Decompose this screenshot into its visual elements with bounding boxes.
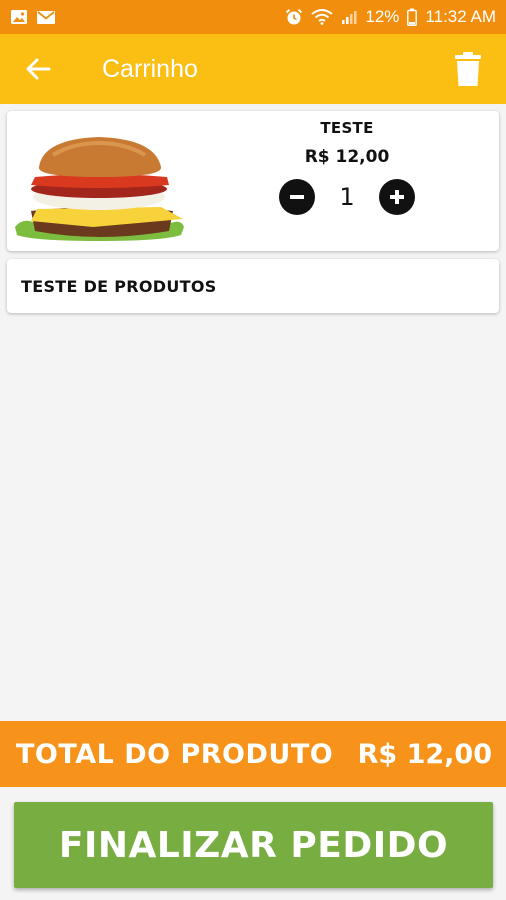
signal-icon <box>341 9 357 25</box>
plus-icon <box>389 190 404 204</box>
arrow-back-icon <box>26 58 51 80</box>
app-bar: Carrinho <box>0 34 506 104</box>
battery-percent: 12% <box>365 7 400 26</box>
product-description-card: TESTE DE PRODUTOS <box>7 259 499 313</box>
product-price: R$ 12,00 <box>304 147 390 167</box>
back-button[interactable] <box>20 51 56 87</box>
burger-image <box>13 131 185 249</box>
total-bar: TOTAL DO PRODUTO R$ 12,00 <box>0 721 506 787</box>
total-label: TOTAL DO PRODUTO <box>16 738 334 770</box>
battery-icon <box>407 8 418 26</box>
minus-icon <box>290 195 305 199</box>
increase-quantity-button[interactable] <box>378 179 415 215</box>
delete-cart-button[interactable] <box>450 49 486 89</box>
trash-icon <box>455 52 481 86</box>
mail-icon <box>36 10 56 25</box>
quantity-value: 1 <box>339 183 355 211</box>
status-bar: 12% 11:32 AM <box>0 0 506 34</box>
quantity-stepper: 1 <box>237 179 457 215</box>
clock: 11:32 AM <box>425 7 496 26</box>
page-title: Carrinho <box>102 54 198 83</box>
product-description: TESTE DE PRODUTOS <box>21 276 217 296</box>
status-bar-left <box>10 9 56 25</box>
wifi-icon <box>311 9 334 25</box>
cart-item-info: TESTE R$ 12,00 1 <box>237 119 457 215</box>
alarm-icon <box>285 8 303 26</box>
total-value: R$ 12,00 <box>357 738 492 770</box>
product-name: TESTE <box>320 119 374 137</box>
status-bar-right: 12% 11:32 AM <box>285 7 496 27</box>
finalize-order-button[interactable]: FINALIZAR PEDIDO <box>14 802 493 888</box>
gallery-icon <box>10 9 28 25</box>
decrease-quantity-button[interactable] <box>279 179 316 215</box>
cart-item-card: TESTE R$ 12,00 1 <box>7 111 499 251</box>
